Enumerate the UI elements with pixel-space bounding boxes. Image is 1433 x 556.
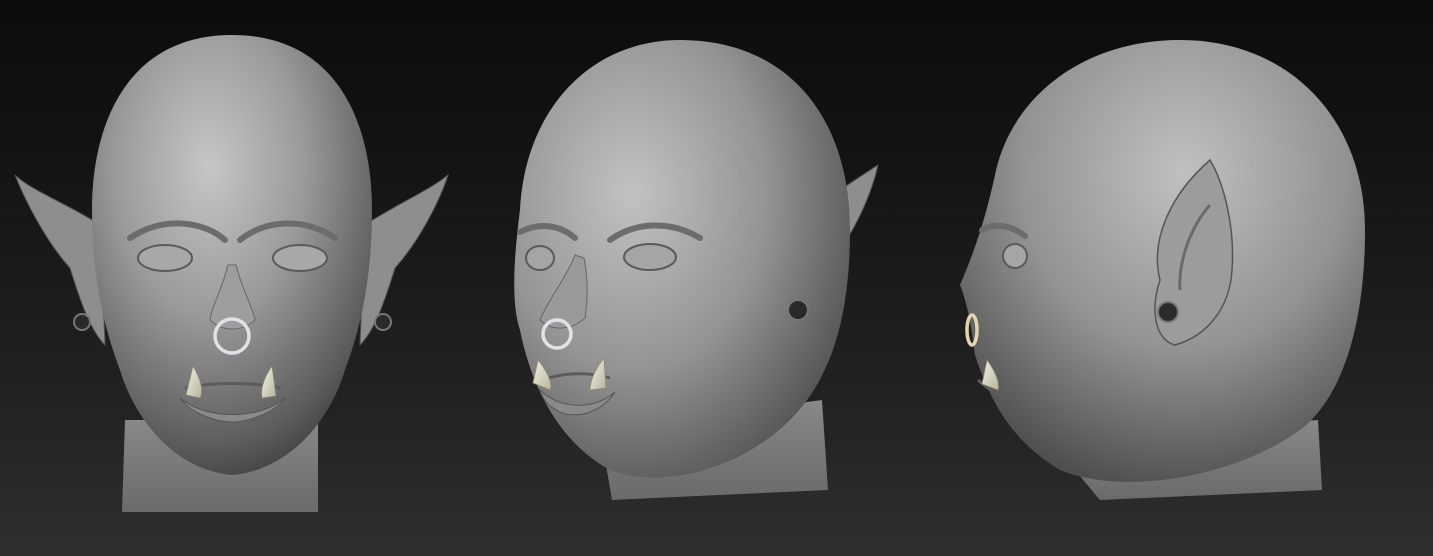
front-head bbox=[92, 35, 372, 475]
tq-left-eye bbox=[525, 245, 555, 271]
tq-right-eye bbox=[623, 243, 677, 271]
front-right-ear bbox=[359, 173, 450, 347]
side-view bbox=[960, 40, 1365, 500]
side-gauge bbox=[1157, 301, 1179, 323]
three-quarter-view bbox=[514, 40, 879, 500]
front-view bbox=[14, 35, 450, 512]
scene-canvas bbox=[14, 35, 1365, 512]
front-right-eye bbox=[272, 244, 328, 272]
sculpt-viewport[interactable] bbox=[0, 0, 1433, 556]
front-left-eye bbox=[137, 244, 193, 272]
front-left-ear bbox=[14, 174, 106, 347]
front-left-gauge bbox=[73, 313, 91, 331]
side-eye bbox=[1002, 243, 1028, 269]
tq-gauge bbox=[787, 299, 809, 321]
front-right-gauge bbox=[374, 313, 392, 331]
